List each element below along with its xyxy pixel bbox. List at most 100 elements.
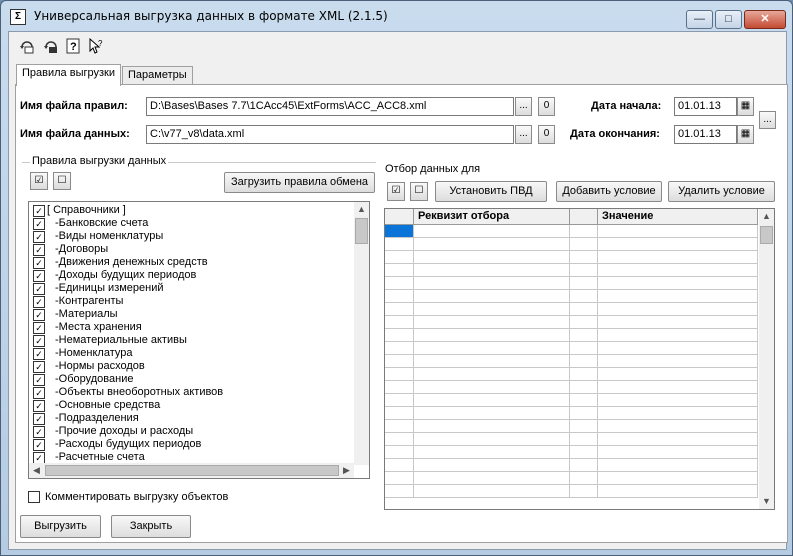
table-cell[interactable] [414, 459, 570, 472]
table-cell[interactable] [414, 238, 570, 251]
date-end-calendar-icon[interactable]: ▦ [737, 125, 754, 144]
data-file-open-button[interactable]: 0 [538, 125, 555, 144]
header-cell-attribute[interactable]: Реквизит отбора [414, 209, 570, 225]
table-cell[interactable] [414, 472, 570, 485]
tree-scroll-thumb[interactable] [355, 218, 368, 244]
scroll-left-icon[interactable]: ◀ [29, 463, 44, 478]
filter-uncheck-all-icon[interactable]: ☐ [410, 182, 428, 201]
table-cell[interactable] [598, 329, 758, 342]
filter-table[interactable]: Реквизит отбора Значение ▲ ▼ [384, 208, 775, 510]
table-cell[interactable] [414, 277, 570, 290]
context-help-icon[interactable]: ? [87, 37, 104, 55]
uncheck-all-icon[interactable]: ☐ [53, 172, 71, 190]
table-cell[interactable] [570, 368, 598, 381]
data-file-browse-button[interactable]: ... [515, 125, 532, 144]
table-cell[interactable] [570, 329, 598, 342]
table-cell[interactable] [570, 381, 598, 394]
table-cell[interactable] [598, 225, 758, 238]
table-cell[interactable] [598, 251, 758, 264]
export-button[interactable]: Выгрузить [20, 515, 101, 538]
table-cell[interactable] [414, 303, 570, 316]
table-cell[interactable] [570, 433, 598, 446]
check-all-icon[interactable]: ☑ [30, 172, 48, 190]
table-cell[interactable] [385, 407, 414, 420]
checkbox-checked-icon[interactable]: ✓ [33, 283, 45, 295]
add-condition-button[interactable]: Добавить условие [556, 181, 662, 202]
table-cell[interactable] [385, 446, 414, 459]
table-cell[interactable] [570, 290, 598, 303]
table-cell[interactable] [414, 329, 570, 342]
table-cell[interactable] [598, 394, 758, 407]
table-cell[interactable] [598, 472, 758, 485]
table-cell[interactable] [598, 420, 758, 433]
close-window-button[interactable]: ✕ [744, 10, 786, 29]
table-cell[interactable] [414, 420, 570, 433]
minimize-button[interactable]: — [686, 10, 713, 29]
checkbox-checked-icon[interactable]: ✓ [33, 426, 45, 438]
table-cell[interactable] [385, 472, 414, 485]
checkbox-checked-icon[interactable]: ✓ [33, 387, 45, 399]
table-cell[interactable] [385, 342, 414, 355]
scroll-right-icon[interactable]: ▶ [339, 463, 354, 478]
checkbox-checked-icon[interactable]: ✓ [33, 361, 45, 373]
checkbox-checked-icon[interactable]: ✓ [33, 309, 45, 321]
maximize-button[interactable]: □ [715, 10, 742, 29]
table-cell[interactable] [385, 303, 414, 316]
table-cell[interactable] [570, 303, 598, 316]
checkbox-checked-icon[interactable]: ✓ [33, 231, 45, 243]
grid-scroll-down-icon[interactable]: ▼ [759, 494, 774, 509]
table-cell[interactable] [414, 433, 570, 446]
title-bar[interactable]: Σ Универсальная выгрузка данных в формат… [1, 1, 792, 31]
table-cell[interactable] [414, 342, 570, 355]
load-rules-button[interactable]: Загрузить правила обмена [224, 172, 375, 193]
table-cell[interactable] [598, 303, 758, 316]
table-cell[interactable] [598, 446, 758, 459]
date-start-field[interactable]: 01.01.13 [674, 97, 737, 116]
table-cell[interactable] [414, 251, 570, 264]
checkbox-checked-icon[interactable]: ✓ [33, 374, 45, 386]
table-cell[interactable] [385, 355, 414, 368]
table-cell[interactable] [598, 277, 758, 290]
tree-hscroll-thumb[interactable] [45, 465, 339, 476]
table-cell[interactable] [570, 342, 598, 355]
table-cell[interactable] [598, 459, 758, 472]
rules-file-open-button[interactable]: 0 [538, 97, 555, 116]
table-cell[interactable] [385, 277, 414, 290]
scroll-up-icon[interactable]: ▲ [354, 202, 369, 217]
table-cell[interactable] [598, 316, 758, 329]
table-cell[interactable] [414, 407, 570, 420]
table-cell[interactable] [414, 485, 570, 498]
remove-condition-button[interactable]: Удалить условие [668, 181, 775, 202]
table-cell[interactable] [570, 251, 598, 264]
rules-file-browse-button[interactable]: ... [515, 97, 532, 116]
table-cell[interactable] [598, 407, 758, 420]
grid-scroll-thumb[interactable] [760, 226, 773, 244]
period-select-button[interactable]: ... [759, 111, 776, 129]
checkbox-checked-icon[interactable]: ✓ [33, 335, 45, 347]
rules-file-field[interactable]: D:\Bases\Bases 7.7\1CAcc45\ExtForms\ACC_… [146, 97, 514, 116]
table-cell[interactable] [570, 264, 598, 277]
grid-vertical-scrollbar[interactable]: ▲ ▼ [759, 209, 774, 509]
checkbox-checked-icon[interactable]: ✓ [33, 322, 45, 334]
table-cell[interactable] [598, 433, 758, 446]
table-cell[interactable] [385, 238, 414, 251]
table-cell[interactable] [385, 290, 414, 303]
checkbox-checked-icon[interactable]: ✓ [33, 218, 45, 230]
open-rules-icon[interactable] [18, 38, 35, 55]
table-cell[interactable] [414, 394, 570, 407]
table-cell[interactable] [570, 238, 598, 251]
table-cell[interactable] [414, 316, 570, 329]
table-cell[interactable] [414, 381, 570, 394]
table-cell[interactable] [570, 472, 598, 485]
table-cell[interactable] [385, 329, 414, 342]
checkbox-checked-icon[interactable]: ✓ [33, 205, 45, 217]
table-cell[interactable] [598, 368, 758, 381]
checkbox-checked-icon[interactable]: ✓ [33, 439, 45, 451]
table-cell[interactable] [385, 251, 414, 264]
grid-scroll-up-icon[interactable]: ▲ [759, 209, 774, 224]
table-cell[interactable] [385, 225, 414, 238]
table-cell[interactable] [385, 264, 414, 277]
table-cell[interactable] [570, 420, 598, 433]
table-cell[interactable] [598, 355, 758, 368]
table-cell[interactable] [414, 355, 570, 368]
